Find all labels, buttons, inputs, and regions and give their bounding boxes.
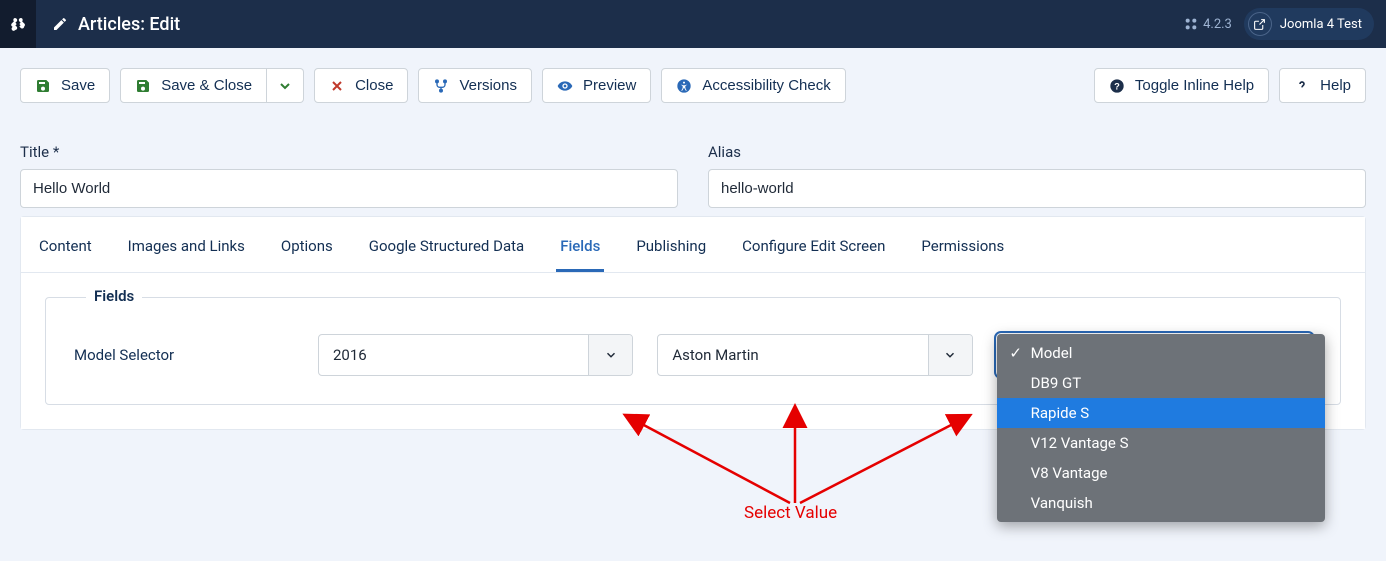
dropdown-option-label: Vanquish [1031, 494, 1093, 512]
toolbar: Save Save & Close Close Versions Preview… [0, 48, 1386, 123]
accessibility-button[interactable]: Accessibility Check [661, 68, 845, 103]
preview-button[interactable]: Preview [542, 68, 651, 103]
info-icon: ? [1109, 78, 1125, 94]
dropdown-option-label: Model [1031, 344, 1073, 362]
toggle-inline-help-button[interactable]: ? Toggle Inline Help [1094, 68, 1269, 103]
fieldset-legend: Fields [86, 287, 142, 305]
question-icon [1294, 78, 1310, 94]
alias-input[interactable] [708, 169, 1366, 208]
dropdown-option[interactable]: Rapide S [997, 398, 1325, 428]
dropdown-option[interactable]: V12 Vantage S [997, 428, 1325, 458]
page-title-wrap: Articles: Edit [36, 14, 180, 35]
branch-icon [433, 78, 449, 94]
model-selector-row: Model Selector 2016 Aston Martin Mo [74, 334, 1312, 376]
make-select[interactable]: Aston Martin [657, 334, 972, 376]
title-input[interactable] [20, 169, 678, 208]
eye-icon [557, 78, 573, 94]
external-link-icon [1248, 12, 1272, 36]
save-close-button[interactable]: Save & Close [120, 68, 267, 103]
help-button[interactable]: Help [1279, 68, 1366, 103]
fields-fieldset: Fields Model Selector 2016 Aston Martin [45, 297, 1341, 405]
close-icon [329, 78, 345, 94]
tab-fields[interactable]: Fields [556, 231, 604, 272]
topbar-left: Articles: Edit [0, 0, 180, 48]
save-close-dropdown[interactable] [267, 68, 304, 103]
chevron-down-icon [588, 335, 632, 375]
joomla-small-icon [1183, 16, 1199, 32]
save-close-group: Save & Close [120, 68, 304, 103]
topbar: Articles: Edit 4.2.3 Joomla 4 Test [0, 0, 1386, 48]
dropdown-option-label: DB9 GT [1031, 374, 1082, 392]
content-panel: Content Images and Links Options Google Str… [20, 216, 1366, 430]
dropdown-option-label: V12 Vantage S [1031, 434, 1129, 452]
close-button[interactable]: Close [314, 68, 408, 103]
check-icon: ✓ [1009, 344, 1023, 362]
tab-content[interactable]: Content [35, 231, 96, 272]
model-select[interactable]: Model ✓ModelDB9 GTRapide SV12 Vantage SV… [997, 334, 1312, 376]
dropdown-option-label: Rapide S [1031, 404, 1090, 422]
dropdown-option[interactable]: Vanquish [997, 488, 1325, 518]
dropdown-option[interactable]: ✓ Model [997, 338, 1325, 368]
svg-text:?: ? [1114, 81, 1120, 91]
dropdown-option[interactable]: V8 Vantage [997, 458, 1325, 488]
model-dropdown: ✓ Model DB9 GT Rapide S V12 Vantage S V8 Vant… [997, 334, 1325, 522]
year-select-value: 2016 [319, 346, 381, 364]
dropdown-option[interactable]: DB9 GT [997, 368, 1325, 398]
tab-permissions[interactable]: Permissions [917, 231, 1008, 272]
site-name: Joomla 4 Test [1280, 17, 1362, 32]
title-alias-row: Title * Alias [0, 123, 1386, 216]
tab-options[interactable]: Options [277, 231, 337, 272]
save-icon [135, 78, 151, 94]
topbar-right: 4.2.3 Joomla 4 Test [1183, 8, 1374, 40]
pencil-icon [52, 16, 68, 32]
joomla-logo[interactable] [0, 0, 36, 48]
tab-google-structured-data[interactable]: Google Structured Data [365, 231, 528, 272]
make-select-value: Aston Martin [658, 346, 772, 364]
versions-button[interactable]: Versions [418, 68, 532, 103]
alias-label: Alias [708, 143, 1366, 161]
open-site-button[interactable]: Joomla 4 Test [1244, 8, 1374, 40]
page-title: Articles: Edit [78, 14, 180, 35]
tab-images-and-links[interactable]: Images and Links [124, 231, 249, 272]
year-select[interactable]: 2016 [318, 334, 633, 376]
joomla-icon [10, 16, 26, 32]
version-badge: 4.2.3 [1183, 16, 1232, 32]
tab-configure-edit-screen[interactable]: Configure Edit Screen [738, 231, 889, 272]
tab-publishing[interactable]: Publishing [632, 231, 710, 272]
chevron-down-icon [277, 78, 293, 94]
save-icon [35, 78, 51, 94]
dropdown-option-label: V8 Vantage [1031, 464, 1108, 482]
accessibility-icon [676, 78, 692, 94]
model-selector-label: Model Selector [74, 346, 294, 364]
tabs: Content Images and Links Options Google Str… [21, 217, 1365, 273]
chevron-down-icon [928, 335, 972, 375]
save-button[interactable]: Save [20, 68, 110, 103]
annotation-label: Select Value [744, 503, 837, 523]
title-label: Title * [20, 143, 678, 161]
